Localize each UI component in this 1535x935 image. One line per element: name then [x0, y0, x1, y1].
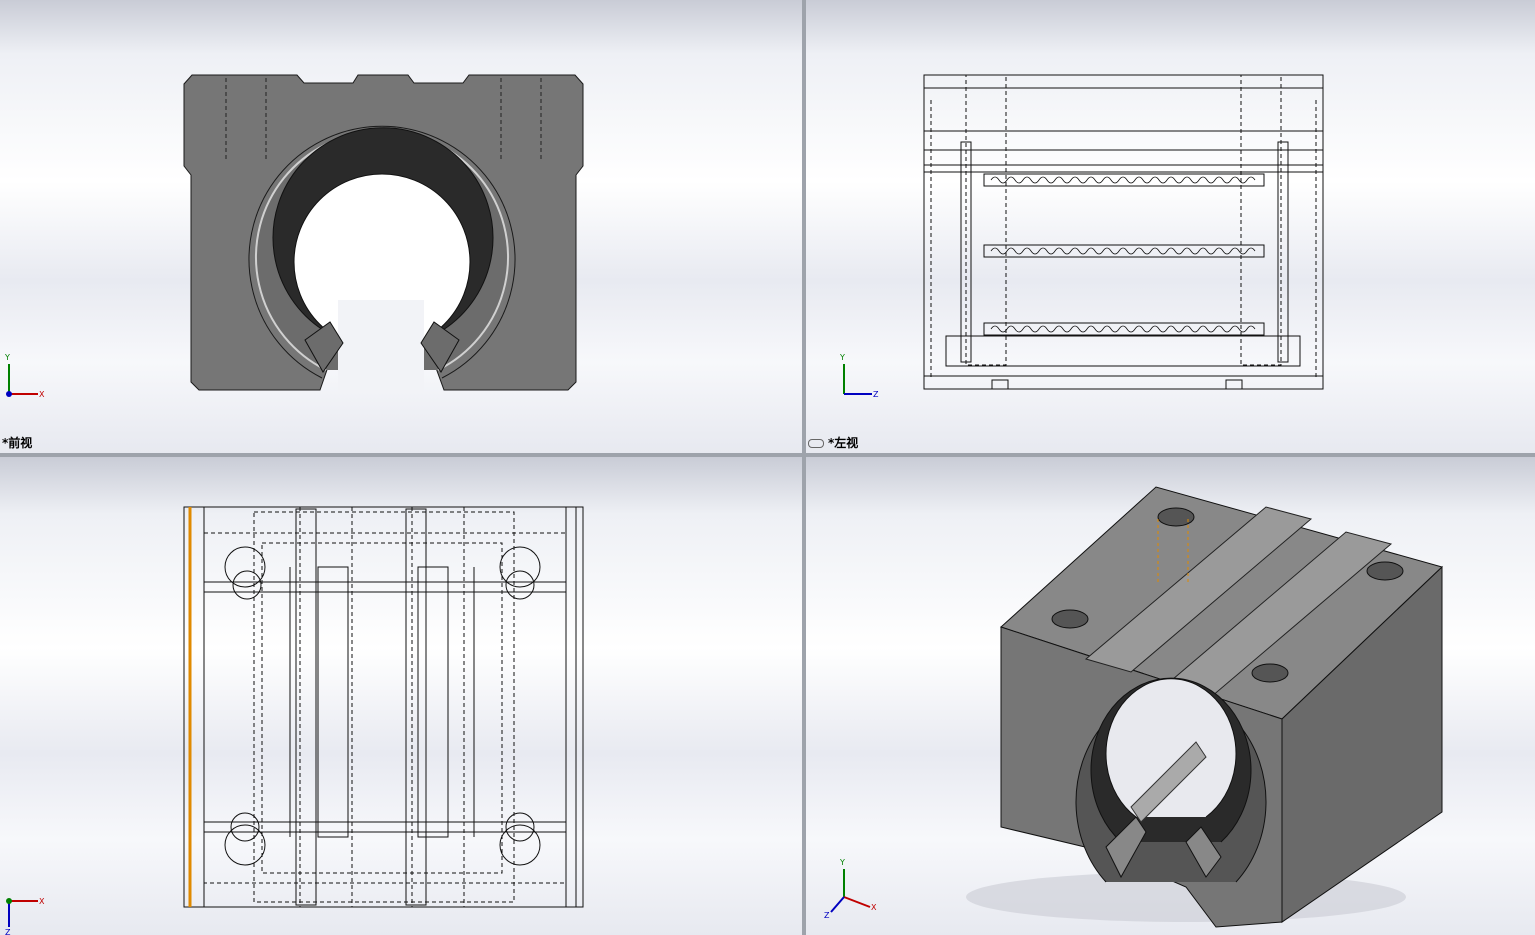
front-viewport[interactable]: Y X *前视	[0, 0, 802, 453]
top-axis-triad: X Z	[5, 897, 45, 935]
svg-text:Y: Y	[839, 353, 845, 362]
top-viewport[interactable]: X Z	[0, 457, 802, 935]
front-view-label: *前视	[2, 436, 33, 450]
svg-text:Y: Y	[839, 858, 845, 867]
svg-text:Z: Z	[873, 390, 879, 399]
iso-axis-triad: Y X Z	[824, 858, 877, 920]
svg-text:Z: Z	[5, 928, 11, 935]
svg-text:X: X	[871, 903, 877, 912]
left-viewport[interactable]: Y Z *左视	[806, 0, 1535, 453]
left-view-label: *左视	[808, 434, 858, 451]
svg-text:Z: Z	[824, 911, 830, 920]
top-view-drawing: X Z	[5, 506, 584, 935]
front-view-drawing: Y X	[4, 74, 584, 399]
svg-text:X: X	[39, 897, 45, 906]
iso-viewport[interactable]: Y X Z	[806, 457, 1535, 935]
link-view-icon[interactable]	[808, 439, 824, 448]
svg-text:X: X	[39, 390, 45, 399]
left-view-drawing: Y Z	[839, 74, 1324, 399]
iso-view-drawing: Y X Z	[824, 486, 1443, 928]
left-view-label-text: *左视	[828, 436, 859, 450]
left-axis-triad: Y Z	[839, 353, 879, 399]
svg-text:Y: Y	[4, 353, 10, 362]
front-axis-triad: Y X	[4, 353, 45, 399]
